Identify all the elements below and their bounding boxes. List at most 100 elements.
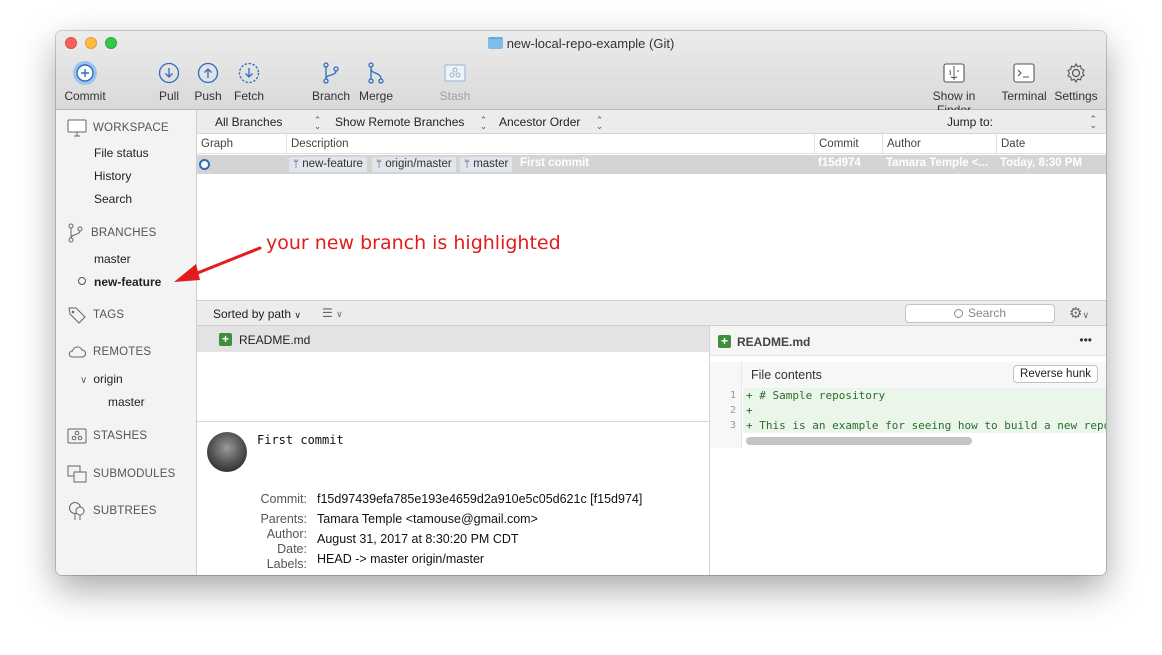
commit-message-cell: First commit bbox=[520, 157, 590, 169]
file-row-readme[interactable]: + README.md bbox=[197, 326, 709, 352]
column-date[interactable]: Date bbox=[1001, 138, 1025, 150]
jump-to-select[interactable]: Jump to: ⌃ ⌄ bbox=[947, 114, 1097, 130]
terminal-button[interactable]: Terminal bbox=[1000, 61, 1048, 103]
select-arrows-icon: ⌃ ⌄ bbox=[479, 114, 488, 131]
stash-icon bbox=[439, 61, 471, 85]
push-button[interactable]: Push bbox=[194, 61, 222, 103]
horizontal-scrollbar[interactable] bbox=[746, 437, 972, 445]
sidebar-item-remote-origin[interactable]: ∨ origin bbox=[80, 372, 123, 386]
sort-select[interactable]: Sorted by path ∨ bbox=[213, 307, 301, 321]
date-label: Date: bbox=[277, 542, 307, 556]
branch-icon bbox=[68, 223, 83, 243]
line-number: 3 bbox=[729, 420, 736, 431]
sidebar-item-history[interactable]: History bbox=[94, 169, 131, 183]
history-row-selected[interactable]: ᛘ new-feature ᛘ origin/master ᛘ master F… bbox=[197, 155, 1106, 174]
branch-icon bbox=[312, 61, 350, 85]
hunk-header: File contents Reverse hunk bbox=[742, 362, 1106, 388]
commit-sha-value: f15d97439efa785e193e4659d2a910e5c05d621c… bbox=[317, 492, 643, 506]
gear-icon[interactable]: ⚙∨ bbox=[1069, 304, 1089, 322]
sidebar-section-tags[interactable]: TAGS bbox=[67, 306, 124, 324]
reverse-hunk-button[interactable]: Reverse hunk bbox=[1013, 365, 1098, 383]
tags-heading: TAGS bbox=[93, 309, 125, 321]
folder-icon bbox=[487, 37, 503, 49]
merge-label: Merge bbox=[358, 89, 393, 103]
file-search-input[interactable]: Search bbox=[905, 304, 1055, 323]
annotation-text: your new branch is highlighted bbox=[266, 232, 561, 254]
sidebar: WORKSPACE File status History Search BRA… bbox=[56, 110, 197, 575]
sidebar-section-submodules[interactable]: SUBMODULES bbox=[67, 465, 176, 483]
commit-message-text: First commit bbox=[257, 433, 344, 447]
subtree-icon bbox=[69, 502, 85, 520]
pull-button[interactable]: Pull bbox=[156, 61, 182, 103]
commit-graph-node bbox=[199, 159, 210, 170]
pull-label: Pull bbox=[158, 89, 179, 103]
labels-label: Labels: bbox=[266, 557, 307, 571]
diff-pane: + README.md ••• File contents Reverse hu… bbox=[710, 326, 1106, 575]
jump-to-label: Jump to: bbox=[947, 115, 994, 129]
fetch-icon bbox=[232, 61, 266, 85]
new-feature-label: new-feature bbox=[94, 275, 162, 289]
push-label: Push bbox=[194, 89, 222, 103]
commit-details-panel: First commit Commit: f15d97439efa785e193… bbox=[197, 421, 710, 575]
sidebar-item-branch-new-feature[interactable]: new-feature bbox=[78, 275, 162, 289]
window-title: new-local-repo-example (Git) bbox=[56, 36, 1106, 51]
list-view-icon[interactable]: ☰ ∨ bbox=[322, 306, 343, 320]
branches-heading: BRANCHES bbox=[91, 227, 157, 239]
terminal-label: Terminal bbox=[1001, 89, 1047, 103]
remote-branches-select[interactable]: Show Remote Branches ⌃ ⌄ bbox=[335, 114, 488, 131]
sidebar-section-branches[interactable]: BRANCHES bbox=[67, 223, 157, 243]
stash-button[interactable]: Stash bbox=[439, 61, 471, 103]
branch-button[interactable]: Branch bbox=[312, 61, 350, 103]
branch-label: Branch bbox=[312, 89, 351, 103]
settings-button[interactable]: Settings bbox=[1053, 61, 1099, 103]
column-commit[interactable]: Commit bbox=[819, 138, 859, 150]
origin-label: origin bbox=[93, 372, 123, 386]
author-label: Author: bbox=[266, 527, 307, 541]
order-select[interactable]: Ancestor Order ⌃ ⌄ bbox=[499, 115, 603, 130]
pull-icon bbox=[156, 61, 182, 85]
more-options-button[interactable]: ••• bbox=[1079, 333, 1092, 347]
sidebar-item-branch-master[interactable]: master bbox=[94, 252, 131, 266]
ref-badge-master: ᛘ master bbox=[460, 157, 513, 172]
sidebar-section-stashes[interactable]: STASHES bbox=[67, 428, 147, 444]
fetch-button[interactable]: Fetch bbox=[232, 61, 266, 103]
search-placeholder: Search bbox=[967, 306, 1007, 320]
branches-filter-label: All Branches bbox=[215, 115, 283, 129]
sidebar-item-remote-master[interactable]: master bbox=[108, 395, 145, 409]
cloud-icon bbox=[68, 346, 86, 358]
hunk-title: File contents bbox=[751, 368, 822, 382]
merge-button[interactable]: Merge bbox=[357, 61, 395, 103]
order-label: Ancestor Order bbox=[499, 115, 581, 129]
stash-label: Stash bbox=[439, 89, 471, 103]
diff-line-added: + # Sample repository bbox=[743, 388, 1106, 403]
column-author[interactable]: Author bbox=[887, 138, 921, 150]
column-graph[interactable]: Graph bbox=[201, 138, 233, 150]
commit-button[interactable]: Commit bbox=[64, 61, 106, 103]
sidebar-section-remotes[interactable]: REMOTES bbox=[67, 345, 151, 359]
sidebar-item-search[interactable]: Search bbox=[94, 192, 132, 206]
annotation-arrow bbox=[174, 246, 262, 282]
avatar bbox=[207, 432, 247, 472]
finder-icon bbox=[914, 61, 994, 85]
branches-filter-select[interactable]: All Branches ⌃ ⌄ bbox=[215, 115, 321, 130]
terminal-icon bbox=[1000, 61, 1048, 85]
ref-badge-origin-master: ᛘ origin/master bbox=[372, 157, 456, 172]
show-in-finder-button[interactable]: Show in Finder bbox=[914, 61, 994, 117]
merge-icon bbox=[357, 61, 395, 85]
search-icon bbox=[953, 309, 963, 318]
select-arrows-icon: ⌃ ⌄ bbox=[1089, 114, 1097, 130]
remote-branches-label: Show Remote Branches bbox=[335, 115, 465, 129]
current-branch-indicator bbox=[78, 277, 86, 285]
gear-icon bbox=[1053, 61, 1099, 85]
window-title-text: new-local-repo-example (Git) bbox=[506, 36, 675, 51]
app-window: new-local-repo-example (Git) Commit Pull… bbox=[56, 31, 1106, 575]
chevron-down-icon: ∨ bbox=[80, 375, 88, 386]
tag-icon bbox=[68, 307, 86, 324]
column-description[interactable]: Description bbox=[291, 138, 349, 150]
ref-badge-new-feature: ᛘ new-feature bbox=[289, 157, 367, 172]
commit-label: Commit bbox=[64, 89, 106, 103]
line-number: 2 bbox=[729, 405, 736, 416]
sidebar-section-workspace[interactable]: WORKSPACE bbox=[67, 119, 169, 137]
sidebar-section-subtrees[interactable]: SUBTREES bbox=[67, 501, 157, 521]
sidebar-item-file-status[interactable]: File status bbox=[94, 146, 149, 160]
